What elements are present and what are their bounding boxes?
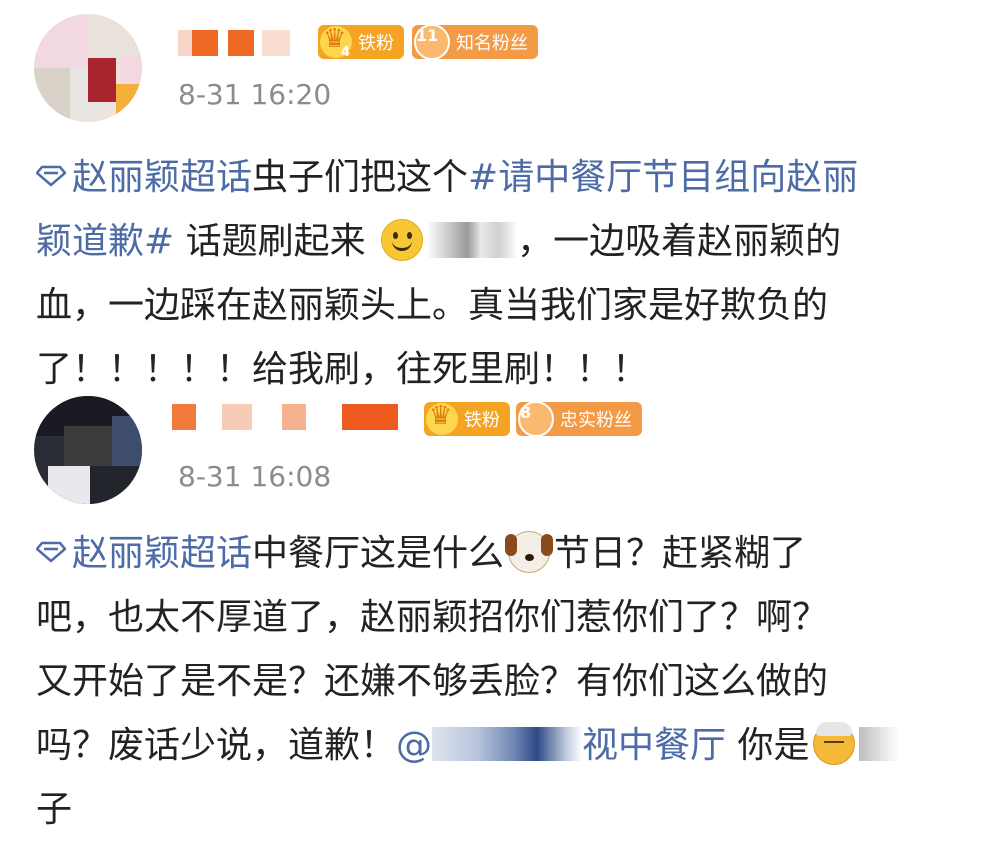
redacted-text <box>859 727 900 761</box>
mention-link[interactable]: @ 视中餐厅 <box>396 725 726 766</box>
supertopic-link[interactable]: 赵丽颖超话 <box>36 157 252 198</box>
line-5: 子 <box>36 789 73 830</box>
hashtag-link[interactable]: #请中餐厅节目组向赵丽 <box>468 157 858 198</box>
line-2: 颖道歉# 话题刷起来 ，一边吸着赵丽颖的 <box>36 219 842 262</box>
redacted-mention <box>427 222 518 258</box>
supertopic-link[interactable]: 赵丽颖超话 <box>36 533 252 574</box>
avatar[interactable] <box>34 14 142 122</box>
post-body: 赵丽颖超话虫子们把这个#请中餐厅节目组向赵丽 颖道歉# 话题刷起来 ，一边吸着赵… <box>36 146 966 402</box>
iron-fan-label: 铁粉 <box>358 33 394 54</box>
post-2: 铁粉 8 忠实粉丝 8-31 16:08 赵丽颖超话中餐厅这是什么节日？赶紧糊了… <box>0 390 1000 830</box>
post-1: 4 铁粉 11 知名粉丝 8-31 16:20 赵丽颖超话虫子们把这个#请中餐厅… <box>0 0 1000 390</box>
username-redacted[interactable] <box>178 30 318 56</box>
post-time: 8-31 16:08 <box>178 460 332 493</box>
supertopic-diamond-icon <box>36 165 66 187</box>
redacted-mention <box>432 727 583 761</box>
crown-icon: 4 <box>320 24 352 60</box>
fan-title: 忠实粉丝 <box>560 410 632 431</box>
iron-fan-label: 铁粉 <box>464 410 500 431</box>
iron-fan-badge[interactable]: 铁粉 <box>424 401 510 436</box>
dog-emoji-icon <box>505 531 551 573</box>
line-3: 又开始了是不是？还嫌不够丢脸？有你们这么做的 <box>36 661 829 702</box>
line-4: 吗？废话少说，道歉！@ 视中餐厅 你是 <box>36 714 966 778</box>
fan-level-icon: 8 <box>518 401 554 437</box>
post-body: 赵丽颖超话中餐厅这是什么 节日？赶紧糊了 吧，也太不厚道了，赵丽颖招你们惹你们了？… <box>36 522 966 842</box>
fan-level-icon: 11 <box>414 24 450 60</box>
line-1: 赵丽颖超话中餐厅这是什么 节日？赶紧糊了 <box>36 522 966 586</box>
old-man-emoji-icon <box>813 722 856 765</box>
avatar[interactable] <box>34 396 142 504</box>
hashtag-link-cont[interactable]: 颖道歉# <box>36 221 174 262</box>
iron-fan-badge[interactable]: 4 铁粉 <box>318 24 404 60</box>
username-redacted[interactable] <box>172 404 412 430</box>
smile-emoji-icon <box>381 219 424 261</box>
supertopic-diamond-icon <box>36 541 66 563</box>
crown-icon <box>426 401 458 435</box>
line-2: 吧，也太不厚道了，赵丽颖招你们惹你们了？啊？ <box>36 597 829 638</box>
line-3: 血，一边踩在赵丽颖头上。真当我们家是好欺负的 <box>36 285 829 326</box>
post-time: 8-31 16:20 <box>178 78 332 111</box>
line-1: 赵丽颖超话虫子们把这个#请中餐厅节目组向赵丽 <box>36 146 966 210</box>
fan-level-badge[interactable]: 8 忠实粉丝 <box>516 401 642 437</box>
fan-level-badge[interactable]: 11 知名粉丝 <box>412 24 538 60</box>
fan-title: 知名粉丝 <box>456 33 528 54</box>
